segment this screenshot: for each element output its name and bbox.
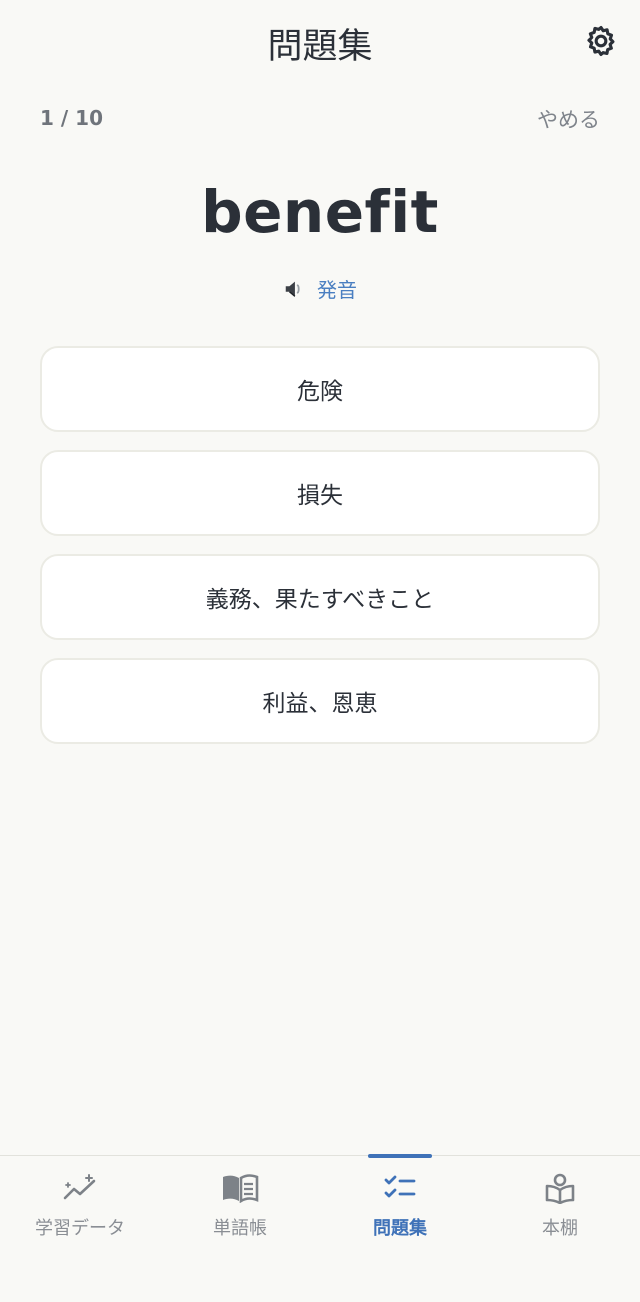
open-book-icon: [221, 1170, 259, 1206]
nav-item-bookshelf[interactable]: 本棚: [480, 1156, 640, 1256]
header: 問題集: [0, 0, 640, 84]
speaker-icon: [285, 281, 300, 297]
nav-item-study-data[interactable]: 学習データ: [0, 1156, 160, 1256]
choice-button-1[interactable]: 危険: [40, 346, 600, 432]
choice-button-2[interactable]: 損失: [40, 450, 600, 536]
choice-button-3[interactable]: 義務、果たすべきこと: [40, 554, 600, 640]
choice-button-4[interactable]: 利益、恩恵: [40, 658, 600, 744]
active-tab-indicator: [368, 1154, 432, 1158]
pronunciation-button[interactable]: 発音: [283, 274, 357, 303]
nav-label-study-data: 学習データ: [35, 1218, 125, 1239]
nav-label-wordbook: 単語帳: [213, 1218, 267, 1239]
bottom-nav: 学習データ 単語帳 問題集 本棚: [0, 1154, 640, 1302]
answer-choices: 危険 損失 義務、果たすべきこと 利益、恩恵: [40, 346, 600, 762]
nav-label-question-bank: 問題集: [373, 1218, 427, 1239]
page-title: 問題集: [267, 27, 373, 67]
quiz-word: benefit: [201, 178, 439, 246]
nav-label-bookshelf: 本棚: [542, 1218, 578, 1239]
gear-icon: [587, 25, 615, 57]
sparkle-chart-icon: [61, 1170, 99, 1206]
reader-book-icon: [541, 1170, 579, 1206]
pronunciation-row: 発音: [0, 274, 640, 303]
progress-counter: 1 / 10: [40, 106, 103, 130]
settings-button[interactable]: [582, 22, 620, 60]
checklist-icon: [381, 1170, 419, 1206]
nav-item-wordbook[interactable]: 単語帳: [160, 1156, 320, 1256]
pronunciation-label: 発音: [317, 278, 357, 302]
quit-button[interactable]: やめる: [537, 104, 600, 134]
quiz-screen: 問題集 1 / 10 やめる benefit 発音 危険 損失 義務、果たすべき…: [0, 0, 640, 1302]
nav-item-question-bank[interactable]: 問題集: [320, 1154, 480, 1256]
